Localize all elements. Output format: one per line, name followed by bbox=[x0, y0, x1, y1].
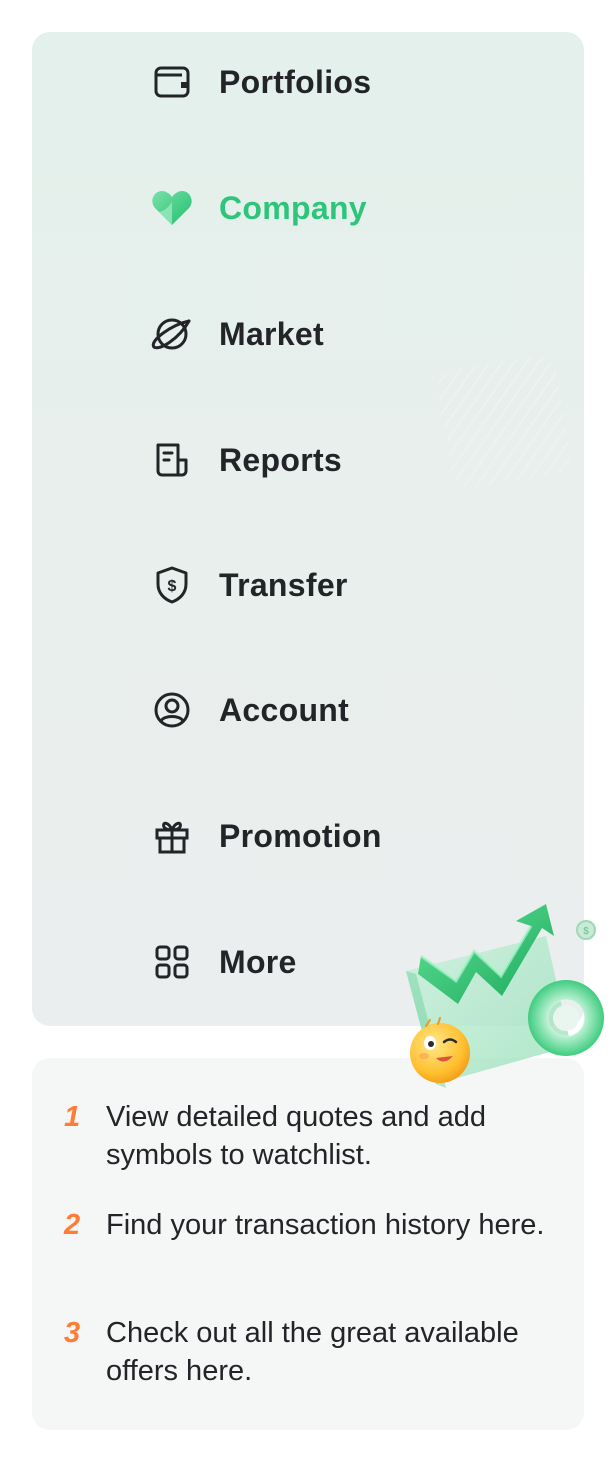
tip-number: 2 bbox=[64, 1209, 81, 1241]
planet-icon bbox=[150, 312, 194, 356]
gift-icon bbox=[150, 814, 194, 858]
menu-item-label: Reports bbox=[219, 441, 343, 478]
heart-icon bbox=[150, 186, 194, 230]
menu-item-reports[interactable]: Reports bbox=[150, 428, 530, 492]
tip-item: 2 Find your transaction history here. bbox=[62, 1206, 562, 1244]
menu-item-label: Company bbox=[219, 189, 367, 226]
tip-text: Check out all the great available offers… bbox=[106, 1317, 519, 1387]
menu-item-market[interactable]: Market bbox=[150, 302, 530, 366]
menu-item-account[interactable]: Account bbox=[150, 678, 530, 742]
tip-number: 1 bbox=[64, 1101, 81, 1133]
report-icon bbox=[150, 438, 194, 482]
menu-card: Portfolios Company Market Reports $ Tran… bbox=[32, 32, 584, 1026]
tips-card: 1 View detailed quotes and add symbols t… bbox=[32, 1058, 584, 1430]
svg-text:$: $ bbox=[583, 926, 589, 937]
menu-item-portfolios[interactable]: Portfolios bbox=[150, 50, 530, 114]
menu-item-label: More bbox=[219, 943, 297, 980]
user-circle-icon bbox=[150, 688, 194, 732]
tip-item: 1 View detailed quotes and add symbols t… bbox=[62, 1098, 562, 1174]
menu-item-label: Account bbox=[219, 691, 350, 728]
menu-item-label: Promotion bbox=[219, 817, 382, 854]
menu-item-company[interactable]: Company bbox=[150, 176, 530, 240]
wallet-icon bbox=[150, 60, 194, 104]
tip-number: 3 bbox=[64, 1317, 81, 1349]
menu-item-transfer[interactable]: $ Transfer bbox=[150, 553, 530, 617]
svg-text:$: $ bbox=[168, 578, 177, 595]
tip-text: View detailed quotes and add symbols to … bbox=[106, 1101, 486, 1171]
menu-item-promotion[interactable]: Promotion bbox=[150, 804, 530, 868]
page: Portfolios Company Market Reports $ Tran… bbox=[0, 0, 616, 1462]
tip-text: Find your transaction history here. bbox=[106, 1209, 545, 1241]
menu-item-label: Transfer bbox=[219, 566, 348, 603]
mascot-illustration: $ bbox=[396, 896, 610, 1096]
shield-dollar-icon: $ bbox=[150, 563, 194, 607]
grid-icon bbox=[150, 940, 194, 984]
menu-item-label: Market bbox=[219, 315, 324, 352]
tip-item: 3 Check out all the great available offe… bbox=[62, 1314, 562, 1390]
menu-item-label: Portfolios bbox=[219, 63, 372, 100]
